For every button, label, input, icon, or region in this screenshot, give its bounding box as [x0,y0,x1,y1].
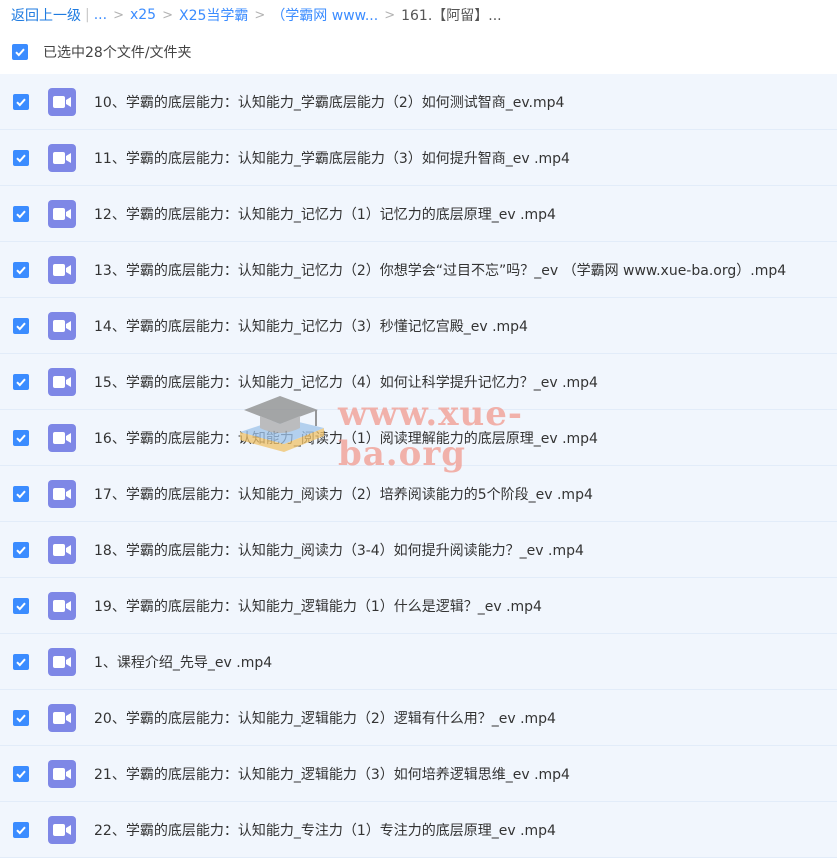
file-name[interactable]: 15、学霸的底层能力：认知能力_记忆力（4）如何让科学提升记忆力？_ev .mp… [94,372,598,392]
file-row[interactable]: 14、学霸的底层能力：认知能力_记忆力（3）秒懂记忆宫殿_ev .mp4 [0,298,837,354]
selection-count-label: 已选中28个文件/文件夹 [43,45,192,61]
file-checkbox[interactable] [13,653,29,670]
chevron-right-icon: > [254,7,266,23]
file-name[interactable]: 18、学霸的底层能力：认知能力_阅读力（3-4）如何提升阅读能力？_ev .mp… [94,540,584,560]
file-name[interactable]: 19、学霸的底层能力：认知能力_逻辑能力（1）什么是逻辑？_ev .mp4 [94,596,542,616]
file-checkbox[interactable] [13,541,29,558]
checkmark-icon [16,770,26,778]
video-icon [48,255,76,284]
file-checkbox[interactable] [13,205,29,222]
checkmark-icon [16,602,26,610]
file-name[interactable]: 22、学霸的底层能力：认知能力_专注力（1）专注力的底层原理_ev .mp4 [94,820,556,840]
file-row[interactable]: 15、学霸的底层能力：认知能力_记忆力（4）如何让科学提升记忆力？_ev .mp… [0,354,837,410]
file-row[interactable]: 22、学霸的底层能力：认知能力_专注力（1）专注力的底层原理_ev .mp4 [0,802,837,858]
checkmark-icon [16,154,26,162]
video-icon [48,815,76,844]
breadcrumb-item-x25[interactable]: x25 [130,7,156,23]
file-name[interactable]: 21、学霸的底层能力：认知能力_逻辑能力（3）如何培养逻辑思维_ev .mp4 [94,764,570,784]
file-checkbox[interactable] [13,93,29,110]
breadcrumb: 返回上一级 | ... > x25 > X25当学霸 > （学霸网 www...… [0,0,837,30]
checkmark-icon [16,490,26,498]
file-row[interactable]: 20、学霸的底层能力：认知能力_逻辑能力（2）逻辑有什么用？_ev .mp4 [0,690,837,746]
file-row[interactable]: 18、学霸的底层能力：认知能力_阅读力（3-4）如何提升阅读能力？_ev .mp… [0,522,837,578]
video-icon [48,199,76,228]
file-name[interactable]: 12、学霸的底层能力：认知能力_记忆力（1）记忆力的底层原理_ev .mp4 [94,204,556,224]
selection-bar: 已选中28个文件/文件夹 [0,30,837,74]
file-checkbox[interactable] [13,485,29,502]
file-row[interactable]: 21、学霸的底层能力：认知能力_逻辑能力（3）如何培养逻辑思维_ev .mp4 [0,746,837,802]
breadcrumb-current: 161.【阿留】... [401,8,502,24]
file-name[interactable]: 14、学霸的底层能力：认知能力_记忆力（3）秒懂记忆宫殿_ev .mp4 [94,316,528,336]
file-row[interactable]: 12、学霸的底层能力：认知能力_记忆力（1）记忆力的底层原理_ev .mp4 [0,186,837,242]
file-name[interactable]: 13、学霸的底层能力：认知能力_记忆力（2）你想学会“过目不忘”吗？_ev （学… [94,260,786,280]
file-checkbox[interactable] [13,597,29,614]
video-icon [48,87,76,116]
file-name[interactable]: 10、学霸的底层能力：认知能力_学霸底层能力（2）如何测试智商_ev.mp4 [94,92,564,112]
file-row[interactable]: 16、学霸的底层能力：认知能力_阅读力（1）阅读理解能力的底层原理_ev .mp… [0,410,837,466]
file-name[interactable]: 16、学霸的底层能力：认知能力_阅读力（1）阅读理解能力的底层原理_ev .mp… [94,428,598,448]
checkmark-icon [15,48,25,57]
breadcrumb-ellipsis[interactable]: ... [94,7,107,23]
file-list: 10、学霸的底层能力：认知能力_学霸底层能力（2）如何测试智商_ev.mp4 11… [0,74,837,858]
checkmark-icon [16,434,26,442]
file-checkbox[interactable] [13,373,29,390]
breadcrumb-item-x25-dangxueba[interactable]: X25当学霸 [179,5,248,25]
video-icon [48,479,76,508]
video-icon [48,759,76,788]
checkmark-icon [16,658,26,666]
breadcrumb-item-xueba-www[interactable]: （学霸网 www... [271,5,378,25]
file-row[interactable]: 19、学霸的底层能力：认知能力_逻辑能力（1）什么是逻辑？_ev .mp4 [0,578,837,634]
video-icon [48,143,76,172]
checkmark-icon [16,546,26,554]
chevron-right-icon: > [384,7,396,23]
breadcrumb-divider: | [85,7,90,23]
file-checkbox[interactable] [13,429,29,446]
checkmark-icon [16,266,26,274]
chevron-right-icon: > [162,7,173,23]
file-checkbox[interactable] [13,765,29,782]
file-row[interactable]: 11、学霸的底层能力：认知能力_学霸底层能力（3）如何提升智商_ev .mp4 [0,130,837,186]
file-checkbox[interactable] [13,821,29,838]
video-icon [48,535,76,564]
checkmark-icon [16,322,26,330]
video-icon [48,367,76,396]
video-icon [48,311,76,340]
video-icon [48,423,76,452]
checkmark-icon [16,714,26,722]
select-all-checkbox[interactable] [12,44,28,60]
file-row[interactable]: 10、学霸的底层能力：认知能力_学霸底层能力（2）如何测试智商_ev.mp4 [0,74,837,130]
checkmark-icon [16,826,26,834]
checkmark-icon [16,98,26,106]
chevron-right-icon: > [113,7,124,23]
video-icon [48,647,76,676]
file-checkbox[interactable] [13,149,29,166]
checkmark-icon [16,210,26,218]
video-icon [48,703,76,732]
file-row[interactable]: 1、课程介绍_先导_ev .mp4 [0,634,837,690]
file-row[interactable]: 13、学霸的底层能力：认知能力_记忆力（2）你想学会“过目不忘”吗？_ev （学… [0,242,837,298]
file-checkbox[interactable] [13,317,29,334]
back-link[interactable]: 返回上一级 [11,5,81,25]
file-checkbox[interactable] [13,709,29,726]
checkmark-icon [16,378,26,386]
video-icon [48,591,76,620]
file-name[interactable]: 17、学霸的底层能力：认知能力_阅读力（2）培养阅读能力的5个阶段_ev .mp… [94,484,593,504]
file-checkbox[interactable] [13,261,29,278]
file-name[interactable]: 11、学霸的底层能力：认知能力_学霸底层能力（3）如何提升智商_ev .mp4 [94,148,570,168]
file-name[interactable]: 1、课程介绍_先导_ev .mp4 [94,652,272,672]
file-name[interactable]: 20、学霸的底层能力：认知能力_逻辑能力（2）逻辑有什么用？_ev .mp4 [94,708,556,728]
file-row[interactable]: 17、学霸的底层能力：认知能力_阅读力（2）培养阅读能力的5个阶段_ev .mp… [0,466,837,522]
